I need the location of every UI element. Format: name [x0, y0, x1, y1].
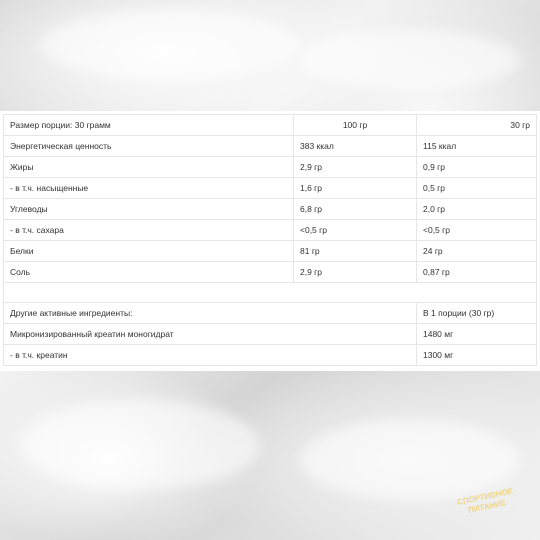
- nutrition-panel: Размер порции: 30 грамм 100 гр 30 гр Эне…: [0, 111, 540, 371]
- nutrient-value-100g: 1,6 гр: [293, 177, 417, 199]
- nutrient-name: Жиры: [3, 156, 294, 178]
- nutrient-value-30g: 24 гр: [416, 240, 537, 262]
- nutrient-value-30g: 2,0 гр: [416, 198, 537, 220]
- nutrient-value-100g: 2,9 гр: [293, 156, 417, 178]
- fabric-fold: [300, 30, 520, 90]
- table-row: - в т.ч. сахара <0,5 гр <0,5 гр: [3, 219, 537, 241]
- active-ingredients-header-row: Другие активные ингредиенты: В 1 порции …: [3, 302, 537, 324]
- nutrition-table: Размер порции: 30 грамм 100 гр 30 гр Эне…: [3, 114, 537, 366]
- nutrient-value-100g: <0,5 гр: [293, 219, 417, 241]
- active-ingredients-label: Другие активные ингредиенты:: [3, 302, 417, 324]
- nutrient-value-30g: 0,5 гр: [416, 177, 537, 199]
- table-row: Углеводы 6,8 гр 2,0 гр: [3, 198, 537, 220]
- fabric-fold: [40, 10, 300, 80]
- table-row: Белки 81 гр 24 гр: [3, 240, 537, 262]
- serving-size-label: Размер порции: 30 грамм: [3, 114, 294, 136]
- nutrient-value-30g: 0,9 гр: [416, 156, 537, 178]
- ingredient-name: Микронизированный креатин моногидрат: [3, 323, 417, 345]
- ingredient-name: - в т.ч. креатин: [3, 344, 417, 366]
- nutrient-name: Белки: [3, 240, 294, 262]
- table-spacer-row: [3, 282, 537, 303]
- nutrient-value-30g: 0,87 гр: [416, 261, 537, 283]
- ingredient-value: 1300 мг: [416, 344, 537, 366]
- table-row: - в т.ч. креатин 1300 мг: [3, 344, 537, 366]
- table-row: Энергетическая ценность 383 ккал 115 кка…: [3, 135, 537, 157]
- table-row: Микронизированный креатин моногидрат 148…: [3, 323, 537, 345]
- nutrient-name: Энергетическая ценность: [3, 135, 294, 157]
- nutrient-value-100g: 2,9 гр: [293, 261, 417, 283]
- table-row: Соль 2,9 гр 0,87 гр: [3, 261, 537, 283]
- column-100g-header: 100 гр: [293, 114, 417, 136]
- nutrient-name: - в т.ч. сахара: [3, 219, 294, 241]
- fabric-fold: [20, 400, 260, 490]
- active-ingredients-portion: В 1 порции (30 гр): [416, 302, 537, 324]
- nutrient-value-100g: 6,8 гр: [293, 198, 417, 220]
- ingredient-value: 1480 мг: [416, 323, 537, 345]
- nutrient-value-30g: 115 ккал: [416, 135, 537, 157]
- nutrient-value-100g: 383 ккал: [293, 135, 417, 157]
- column-30g-header: 30 гр: [416, 114, 537, 136]
- table-row: - в т.ч. насыщенные 1,6 гр 0,5 гр: [3, 177, 537, 199]
- nutrient-name: - в т.ч. насыщенные: [3, 177, 294, 199]
- table-row: Жиры 2,9 гр 0,9 гр: [3, 156, 537, 178]
- nutrient-name: Соль: [3, 261, 294, 283]
- nutrient-name: Углеводы: [3, 198, 294, 220]
- nutrient-value-30g: <0,5 гр: [416, 219, 537, 241]
- nutrient-value-100g: 81 гр: [293, 240, 417, 262]
- fabric-fold: [300, 420, 520, 500]
- table-header-row: Размер порции: 30 грамм 100 гр 30 гр: [3, 114, 537, 136]
